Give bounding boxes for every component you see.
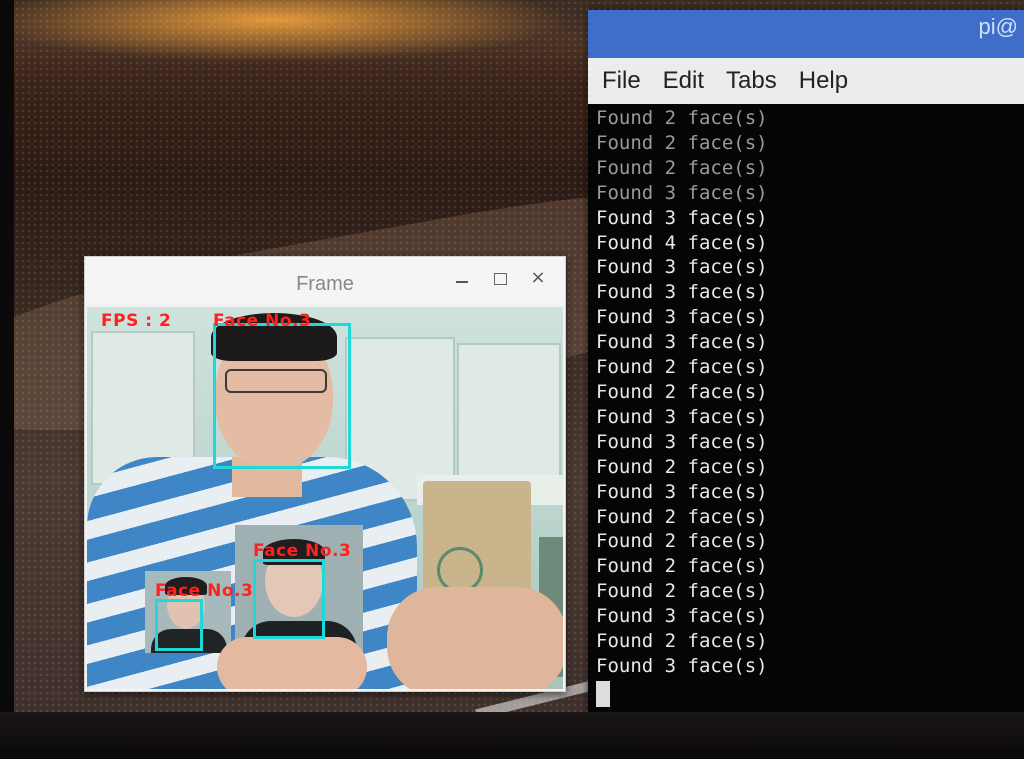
terminal-line: Found 2 face(s) bbox=[596, 131, 768, 154]
terminal-window[interactable]: pi@ File Edit Tabs Help Found 2 face(s) F… bbox=[588, 10, 1024, 716]
terminal-menubar: File Edit Tabs Help bbox=[588, 58, 1024, 104]
maximize-icon bbox=[493, 273, 507, 285]
face-label: Face No.3 bbox=[253, 541, 352, 561]
terminal-line: Found 3 face(s) bbox=[596, 181, 768, 204]
terminal-line: Found 2 face(s) bbox=[596, 107, 768, 129]
close-icon: × bbox=[530, 267, 546, 288]
terminal-cursor bbox=[596, 680, 610, 707]
terminal-line: Found 3 face(s) bbox=[596, 405, 768, 428]
terminal-line: Found 3 face(s) bbox=[596, 206, 768, 229]
terminal-line: Found 2 face(s) bbox=[596, 380, 768, 403]
frame-titlebar[interactable]: Frame × bbox=[85, 257, 565, 303]
face-label: Face No.3 bbox=[213, 311, 312, 331]
terminal-title: pi@ bbox=[978, 14, 1018, 39]
menu-file[interactable]: File bbox=[602, 67, 641, 95]
terminal-line: Found 3 face(s) bbox=[596, 281, 768, 304]
menu-edit[interactable]: Edit bbox=[663, 67, 704, 95]
menu-tabs[interactable]: Tabs bbox=[726, 67, 777, 95]
terminal-line: Found 3 face(s) bbox=[596, 480, 768, 503]
terminal-line: Found 2 face(s) bbox=[596, 505, 768, 528]
terminal-line: Found 3 face(s) bbox=[596, 256, 768, 279]
feed-person-arm bbox=[387, 587, 563, 689]
fps-label: FPS : 2 bbox=[101, 311, 172, 331]
maximize-button[interactable] bbox=[489, 267, 511, 289]
monitor-bezel bbox=[0, 712, 1024, 759]
face-detection-box bbox=[155, 599, 203, 651]
camera-feed: FPS : 2 Face No.3 Face No.3 Face No.3 bbox=[87, 307, 563, 689]
frame-window[interactable]: Frame × FPS: 2 Face No.3 Face No.3 Face… bbox=[84, 256, 566, 692]
terminal-titlebar[interactable]: pi@ bbox=[588, 10, 1024, 58]
face-detection-box bbox=[213, 323, 351, 469]
terminal-line: Found 2 face(s) bbox=[596, 555, 768, 578]
minimize-button[interactable] bbox=[451, 267, 473, 289]
terminal-output[interactable]: Found 2 face(s) Found 2 face(s) Found 2 fa… bbox=[588, 104, 1024, 707]
menu-help[interactable]: Help bbox=[799, 67, 848, 95]
minimize-icon bbox=[456, 281, 468, 283]
terminal-line: Found 2 face(s) bbox=[596, 630, 768, 653]
terminal-line: Found 3 face(s) bbox=[596, 654, 768, 677]
terminal-line: Found 3 face(s) bbox=[596, 605, 768, 628]
close-button[interactable]: × bbox=[527, 267, 549, 289]
terminal-line: Found 3 face(s) bbox=[596, 331, 768, 354]
terminal-line: Found 2 face(s) bbox=[596, 580, 768, 603]
face-detection-box bbox=[253, 559, 325, 639]
terminal-line: Found 3 face(s) bbox=[596, 306, 768, 329]
feed-cabinet bbox=[457, 343, 561, 497]
terminal-line: Found 3 face(s) bbox=[596, 430, 768, 453]
terminal-line: Found 2 face(s) bbox=[596, 530, 768, 553]
face-label: Face No.3 bbox=[155, 581, 254, 601]
terminal-line: Found 2 face(s) bbox=[596, 156, 768, 179]
terminal-line: Found 4 face(s) bbox=[596, 231, 768, 254]
terminal-line: Found 2 face(s) bbox=[596, 455, 768, 478]
feed-person-hand bbox=[217, 637, 367, 689]
terminal-line: Found 2 face(s) bbox=[596, 356, 768, 379]
